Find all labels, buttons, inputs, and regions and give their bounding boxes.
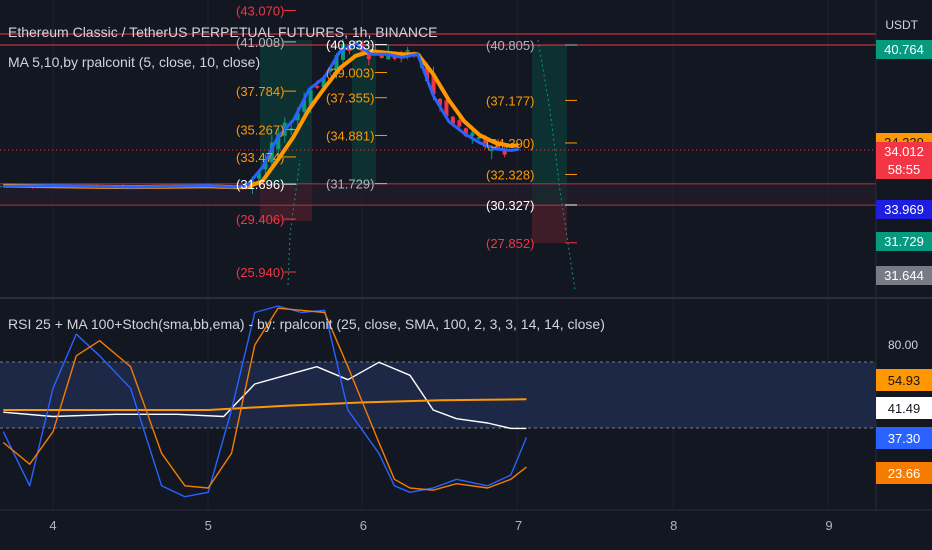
candle-body xyxy=(0,186,3,188)
rsi-indicator-legend[interactable]: RSI 25 + MA 100+Stoch(sma,bb,ema) - by: … xyxy=(8,316,605,332)
time-axis-label: 8 xyxy=(670,518,677,533)
price-badge-text: 58:55 xyxy=(888,162,921,177)
rsi-badge-text: 37.30 xyxy=(888,431,921,446)
candle-body xyxy=(379,55,384,59)
level-label: (34.881) xyxy=(326,128,374,143)
rsi-band xyxy=(0,362,876,428)
level-label: (29.406) xyxy=(236,212,284,227)
candle-body xyxy=(470,132,475,137)
rsi-badge-text: 23.66 xyxy=(888,466,921,481)
price-badge-text: 33.969 xyxy=(884,202,924,217)
currency-label: USDT xyxy=(885,18,918,32)
level-label: (34.390) xyxy=(486,136,534,151)
time-axis-label: 4 xyxy=(49,518,56,533)
candle-body xyxy=(405,50,410,52)
long-zone-2[interactable] xyxy=(352,40,376,185)
candle-body xyxy=(315,85,320,88)
chart-canvas[interactable]: (43.070)(41.008)(37.784)(35.267)(33.474)… xyxy=(0,0,932,550)
price-badge-text: 31.729 xyxy=(884,234,924,249)
level-label: (35.267) xyxy=(236,123,284,138)
ma-indicator-legend[interactable]: MA 5,10,by rpalconit (5, close, 10, clos… xyxy=(8,54,260,70)
level-label: (30.327) xyxy=(486,198,534,213)
short-zone-3[interactable] xyxy=(532,205,567,243)
level-label: (40.805) xyxy=(486,38,534,53)
level-label: (37.355) xyxy=(326,91,374,106)
long-zone-3[interactable] xyxy=(532,45,567,205)
rsi-badge-text: 41.49 xyxy=(888,401,921,416)
time-axis-label: 5 xyxy=(205,518,212,533)
price-badge-text: 34.012 xyxy=(884,144,924,159)
chart-workspace[interactable]: (43.070) (41.008) (37.784) (35.267) (33.474)… xyxy=(0,0,932,550)
level-label: (31.729) xyxy=(326,177,374,192)
level-label: (37.177) xyxy=(486,93,534,108)
time-axis-label: 6 xyxy=(360,518,367,533)
level-label: (27.852) xyxy=(486,236,534,251)
rsi-badge-text: 54.93 xyxy=(888,373,921,388)
symbol-title[interactable]: Ethereum Classic / TetherUS PERPETUAL FU… xyxy=(8,24,437,40)
level-label: (25.940) xyxy=(236,265,284,280)
level-label: (39.003) xyxy=(326,66,374,81)
time-axis-label: 7 xyxy=(515,518,522,533)
level-label: (32.328) xyxy=(486,167,534,182)
time-axis-label: 9 xyxy=(825,518,832,533)
price-badge-text: 40.764 xyxy=(884,42,924,57)
rsi-level-80: 80.00 xyxy=(888,338,918,352)
level-label: (31.696) xyxy=(236,177,284,192)
candle-body xyxy=(457,120,462,127)
level-label: (37.784) xyxy=(236,84,284,99)
level-label: (33.474) xyxy=(236,150,284,165)
price-badge-text: 31.644 xyxy=(884,268,924,283)
level-label: (43.070) xyxy=(236,3,284,18)
